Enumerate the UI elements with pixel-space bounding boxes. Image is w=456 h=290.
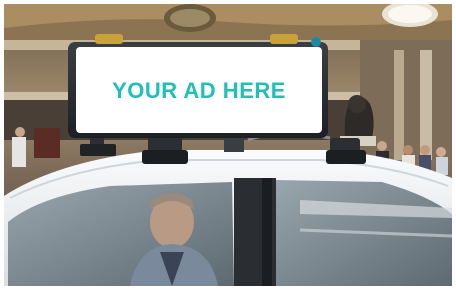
scene-photo: YOUR AD HERE (0, 0, 456, 290)
ad-text: YOUR AD HERE (112, 78, 286, 103)
car (4, 150, 453, 286)
rooftop-ad-sign: YOUR AD HERE (68, 34, 328, 138)
emblem-ornament (164, 4, 216, 32)
photo-frame: YOUR AD HERE (0, 0, 456, 290)
